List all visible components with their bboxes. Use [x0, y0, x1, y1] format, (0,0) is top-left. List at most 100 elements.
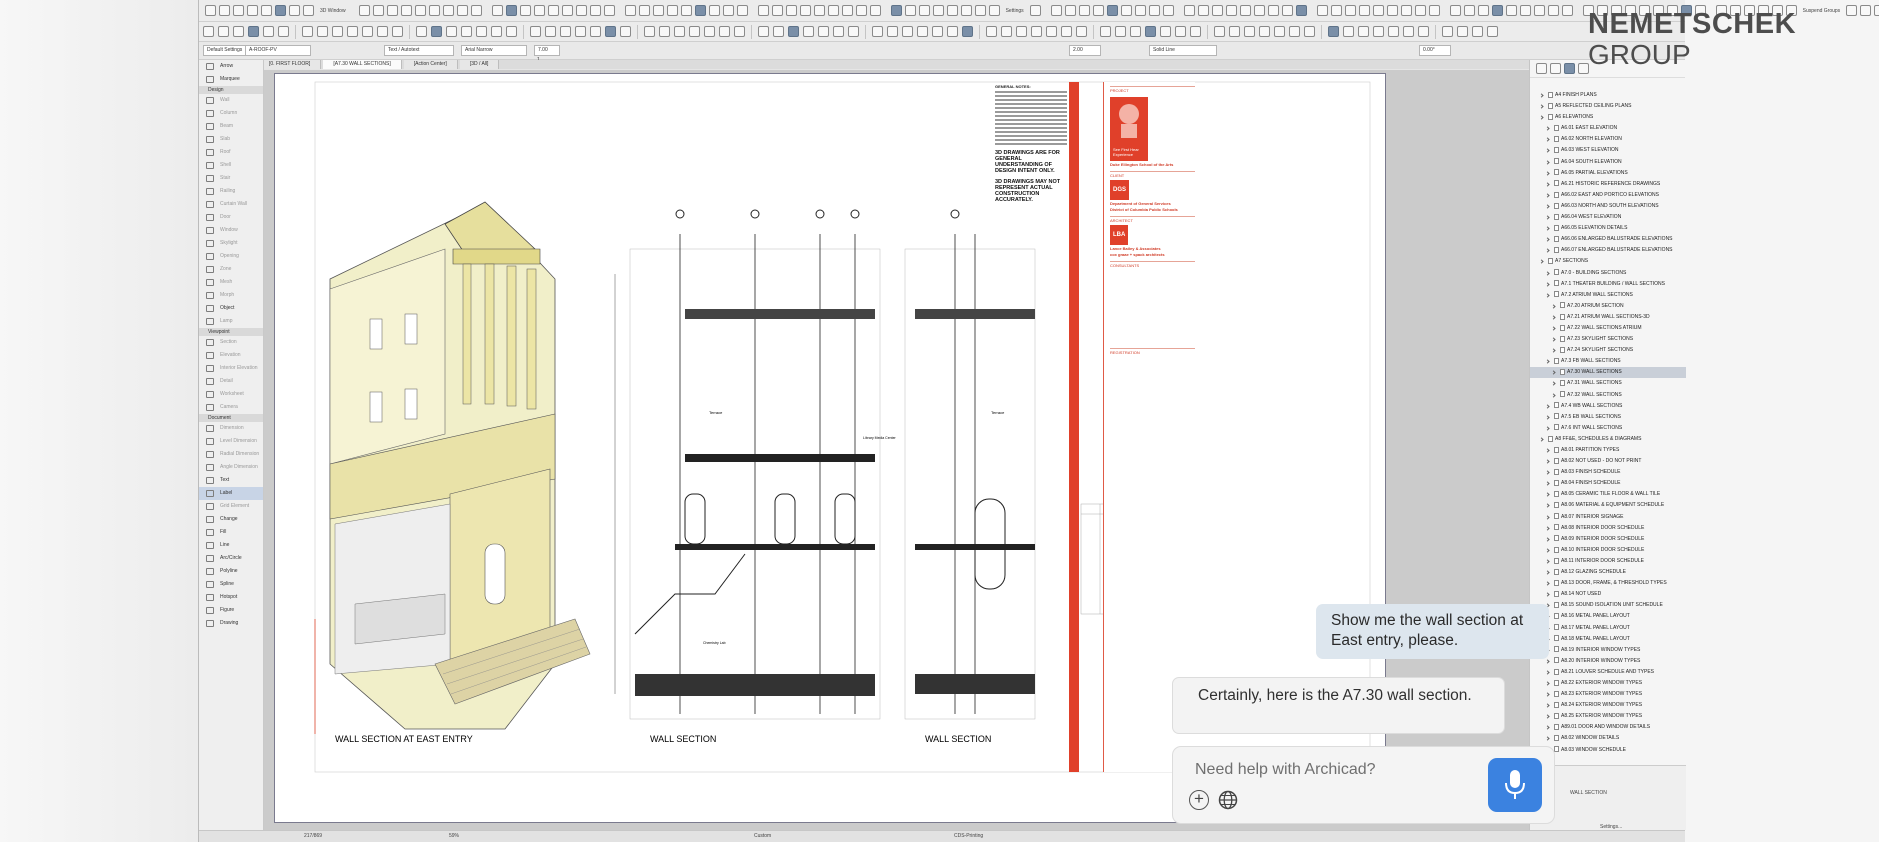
toolbar-tool-icon[interactable]	[855, 5, 867, 16]
format-tool-icon[interactable]	[674, 26, 685, 37]
format-tool-icon[interactable]	[1115, 26, 1126, 37]
chevron-right-icon[interactable]	[1545, 581, 1550, 586]
toolbox-tool[interactable]: Label	[199, 487, 263, 500]
toolbar-tool-icon[interactable]	[1295, 5, 1307, 16]
toolbar-tool-icon[interactable]	[988, 5, 1000, 16]
format-tool-icon[interactable]	[704, 26, 715, 37]
toolbar-tool-icon[interactable]	[1211, 5, 1223, 16]
toolbox-tool[interactable]: Beam	[199, 120, 263, 133]
toolbar-tool-icon[interactable]	[1344, 5, 1356, 16]
toolbar-tool-icon[interactable]	[505, 5, 517, 16]
nav-tree-item[interactable]: A66.04 WEST ELEVATION	[1530, 212, 1686, 223]
format-tool-icon[interactable]	[263, 26, 274, 37]
chevron-right-icon[interactable]	[1545, 514, 1550, 520]
nav-tree-item[interactable]: A8.17 METAL PANEL LAYOUT	[1530, 623, 1686, 634]
nav-tree-item[interactable]: A6.03 WEST ELEVATION	[1530, 145, 1686, 156]
toolbar-tool-icon[interactable]	[841, 5, 853, 16]
format-tool-icon[interactable]	[734, 26, 745, 37]
toolbar-tool-icon[interactable]	[261, 5, 272, 16]
nav-tree-item[interactable]: A6.02 NORTH ELEVATION	[1530, 134, 1686, 145]
toolbox-tool[interactable]: Mesh	[199, 276, 263, 289]
format-tool-icon[interactable]	[917, 26, 928, 37]
toolbar-tool-icon[interactable]	[736, 5, 748, 16]
toolbar-tool-icon[interactable]	[1846, 5, 1858, 16]
chevron-right-icon[interactable]	[1545, 503, 1550, 509]
chevron-right-icon[interactable]	[1545, 448, 1550, 453]
toolbox-tool[interactable]: Column	[199, 107, 263, 120]
toolbar-tool-icon[interactable]	[205, 5, 216, 16]
nav-tree-item[interactable]: A8.20 INTERIOR WINDOW TYPES	[1530, 656, 1686, 667]
format-tool-icon[interactable]	[1244, 26, 1255, 37]
nav-tree-item[interactable]: A8.02 WINDOW DETAILS	[1530, 733, 1686, 744]
format-tool-icon[interactable]	[1076, 26, 1087, 37]
toolbox-tool[interactable]: Dimension	[199, 422, 263, 435]
chevron-right-icon[interactable]	[1545, 226, 1550, 231]
format-tool-icon[interactable]	[248, 26, 259, 37]
nav-tree-item[interactable]: A8.21 LOUVER SCHEDULE AND TYPES	[1530, 667, 1686, 678]
toolbar-tool-icon[interactable]	[547, 5, 559, 16]
toolbar-tool-icon[interactable]	[1533, 5, 1545, 16]
nav-tree-item[interactable]: A8.09 INTERIOR DOOR SCHEDULE	[1530, 534, 1686, 545]
nav-tree-item[interactable]: A7.5 EB WALL SECTIONS	[1530, 412, 1686, 423]
chevron-right-icon[interactable]	[1545, 570, 1550, 575]
toolbox-tool[interactable]: Radial Dimension	[199, 448, 263, 461]
format-tool-icon[interactable]	[1001, 26, 1012, 37]
nav-tree-item[interactable]: A6.21 HISTORIC REFERENCE DRAWINGS	[1530, 179, 1686, 190]
nav-tree-item[interactable]: A8.08 INTERIOR DOOR SCHEDULE	[1530, 523, 1686, 534]
format-tool-icon[interactable]	[1472, 26, 1483, 37]
format-tool-icon[interactable]	[506, 26, 517, 37]
chevron-right-icon[interactable]	[1545, 182, 1550, 187]
toolbox-tool[interactable]: Marquee	[199, 73, 263, 86]
nav-tree-item[interactable]: A7.20 ATRIUM SECTION	[1530, 301, 1686, 312]
toolbox-group-header[interactable]: Document	[199, 414, 263, 422]
format-tool-icon[interactable]	[446, 26, 457, 37]
nav-tree-item[interactable]: A8.04 FINISH SCHEDULE	[1530, 478, 1686, 489]
text-style-select[interactable]: Text / Autotext	[384, 45, 454, 56]
toolbar-tool-icon[interactable]	[827, 5, 839, 16]
toolbar-tool-icon[interactable]	[1561, 5, 1573, 16]
nav-tree-item[interactable]: A7.23 SKYLIGHT SECTIONS	[1530, 334, 1686, 345]
toolbar-tool-icon[interactable]	[652, 5, 664, 16]
nav-tree-item[interactable]: A8.01 PARTITION TYPES	[1530, 445, 1686, 456]
toolbar-tool-icon[interactable]	[219, 5, 230, 16]
toolbar-tool-icon[interactable]	[1225, 5, 1237, 16]
toolbar-tool-icon[interactable]	[918, 5, 930, 16]
format-tool-icon[interactable]	[377, 26, 388, 37]
chevron-right-icon[interactable]	[1545, 703, 1550, 708]
format-tool-icon[interactable]	[1343, 26, 1354, 37]
nav-tree-item[interactable]: A7.6 INT WALL SECTIONS	[1530, 423, 1686, 434]
format-tool-icon[interactable]	[362, 26, 373, 37]
nav-tree-item[interactable]: A7.0 - BUILDING SECTIONS	[1530, 268, 1686, 279]
format-tool-icon[interactable]	[332, 26, 343, 37]
toolbar-tool-icon[interactable]	[869, 5, 881, 16]
toolbar-tool-icon[interactable]	[666, 5, 678, 16]
toolbar-tool-icon[interactable]	[771, 5, 783, 16]
toolbar-tool-icon[interactable]	[1477, 5, 1489, 16]
format-tool-icon[interactable]	[1328, 26, 1339, 37]
chevron-right-icon[interactable]	[1545, 270, 1550, 276]
toolbox-tool[interactable]: Drawing	[199, 617, 263, 630]
chevron-right-icon[interactable]	[1539, 115, 1544, 120]
format-tool-icon[interactable]	[575, 26, 586, 37]
nav-tree-item[interactable]: A7.30 WALL SECTIONS	[1530, 367, 1686, 379]
nav-tree-item[interactable]: A8.14 NOT USED	[1530, 589, 1686, 600]
toolbar-tool-icon[interactable]	[960, 5, 972, 16]
toolbar-tool-icon[interactable]	[1106, 5, 1118, 16]
toolbox-tool[interactable]: Grid Element	[199, 500, 263, 513]
format-tool-icon[interactable]	[1100, 26, 1111, 37]
nav-tree-item[interactable]: A8.02 NOT USED - DO NOT PRINT	[1530, 456, 1686, 467]
nav-tree-item[interactable]: A66.05 ELEVATION DETAILS	[1530, 223, 1686, 234]
view-tab[interactable]: [A7.30 WALL SECTIONS]	[323, 60, 402, 69]
nav-tree-item[interactable]: A8.19 INTERIOR WINDOW TYPES	[1530, 645, 1686, 656]
toolbar-tool-icon[interactable]	[1386, 5, 1398, 16]
layer-select[interactable]: A-ROOF-PV	[245, 45, 311, 56]
format-tool-icon[interactable]	[233, 26, 244, 37]
nav-tree-item[interactable]: A8.18 METAL PANEL LAYOUT	[1530, 634, 1686, 645]
toolbar-tool-icon[interactable]	[1148, 5, 1160, 16]
toolbar-tool-icon[interactable]	[491, 5, 503, 16]
format-tool-icon[interactable]	[1289, 26, 1300, 37]
microphone-button[interactable]	[1488, 758, 1542, 812]
toolbar-tool-icon[interactable]	[1400, 5, 1412, 16]
nav-tree-item[interactable]: A7.3 FB WALL SECTIONS	[1530, 356, 1686, 367]
chevron-right-icon[interactable]	[1545, 659, 1550, 664]
